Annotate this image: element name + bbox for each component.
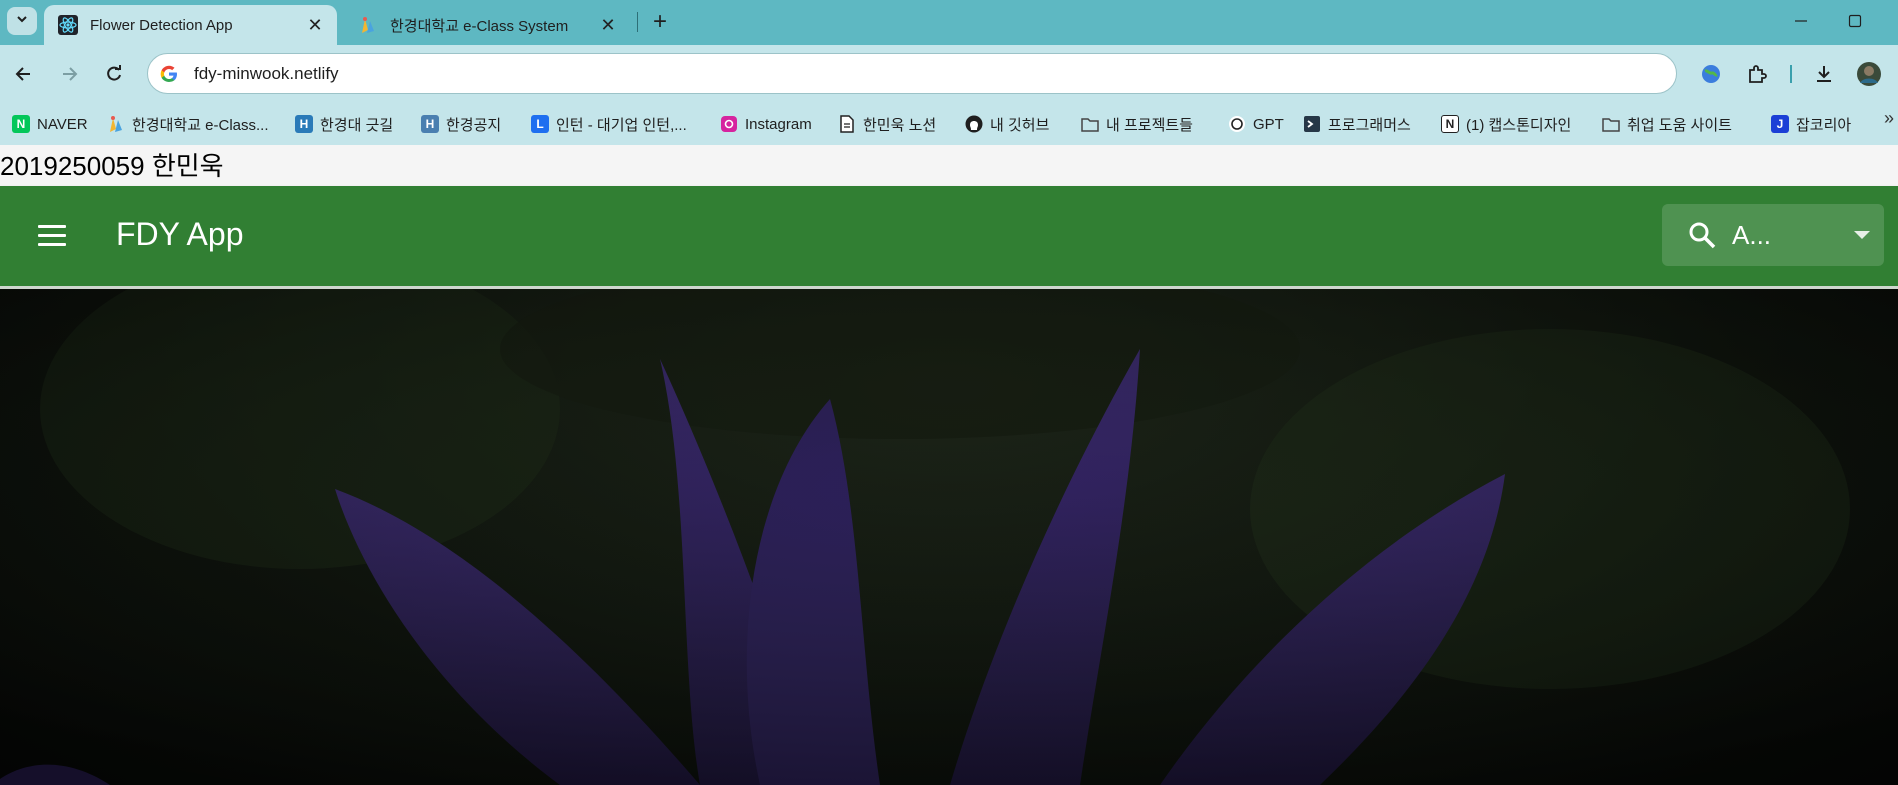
bookmark-naver[interactable]: N NAVER [12,111,88,137]
bookmark-label: 잡코리아 [1796,116,1852,134]
tab-search-button[interactable] [7,7,37,35]
arrow-right-icon [63,67,78,81]
download-icon [1817,66,1831,82]
tab-eclass[interactable]: 한경대학교 e-Class System ✕ [344,5,630,45]
folder-icon [1602,115,1620,133]
document-icon [838,115,856,133]
bookmark-folder[interactable]: 취업 도움 사이트 [1602,111,1732,137]
tab-title: 한경대학교 e-Class System [390,17,569,35]
bookmark-label: 한경대학교 e-Class... [132,116,269,134]
hk-icon: H [295,115,313,133]
bookmark-label: 내 깃허브 [990,116,1050,134]
bookmark-programmers[interactable]: 프로그래머스 [1303,111,1411,137]
bookmark-label: 프로그래머스 [1328,116,1411,134]
bookmark-notion[interactable]: N (1) 캡스톤디자인 [1441,111,1571,137]
jobkorea-icon: J [1771,115,1789,133]
bookmark-label: 한경대 긋길 [320,116,394,134]
close-icon[interactable]: ✕ [596,13,620,37]
react-icon [58,15,78,35]
bookmark-eclass[interactable]: 한경대학교 e-Class... [107,111,269,137]
search-icon [1686,219,1718,251]
bookmark-instagram[interactable]: Instagram [720,111,812,137]
menu-icon[interactable] [38,220,68,250]
puzzle-icon [1749,65,1767,83]
new-tab-button[interactable]: + [646,8,674,36]
bookmark-label: 인턴 - 대기업 인턴,... [556,116,687,134]
bookmark-label: 한경공지 [446,116,502,134]
address-bar[interactable]: fdy-minwook.netlify [147,53,1677,94]
extensions-button[interactable] [1743,60,1771,88]
bookmark-document[interactable]: 한민욱 노션 [838,111,936,137]
linkareer-icon: L [531,115,549,133]
bookmark-label: (1) 캡스톤디자인 [1466,116,1572,134]
github-icon [965,115,983,133]
instagram-icon [720,115,738,133]
bookmarks-overflow-button[interactable]: » [1884,108,1894,129]
plus-icon: + [652,8,667,35]
hk-notice-icon: H [421,115,439,133]
naver-icon: N [12,115,30,133]
bookmark-linkareer[interactable]: L 인턴 - 대기업 인턴,... [531,111,687,137]
openai-icon [1228,115,1246,133]
google-icon [158,63,180,85]
minimize-icon [1795,20,1807,22]
bookmarks-bar: N NAVER 한경대학교 e-Class... H 한경대 긋길 H 한경공지 L 인턴 - … [0,103,1898,145]
back-button[interactable] [10,60,38,88]
browser-toolbar: fdy-minwook.netlify [0,45,1898,103]
url-text: fdy-minwook.netlify [194,63,339,83]
bookmark-label: NAVER [37,115,88,133]
bookmark-label: Instagram [745,115,812,133]
eclass-icon [107,115,125,133]
globe-icon [1702,65,1720,83]
bookmark-label: GPT [1253,115,1284,133]
bookmark-github[interactable]: 내 깃허브 [965,111,1049,137]
translate-extension-button[interactable] [1697,60,1725,88]
folder-icon [1081,115,1099,133]
maximize-button[interactable] [1843,9,1867,33]
bookmark-label: 취업 도움 사이트 [1627,116,1732,134]
reload-icon [107,65,121,81]
close-icon[interactable]: ✕ [303,13,327,37]
bookmark-label: 한민욱 노션 [863,116,937,134]
downloads-button[interactable] [1810,60,1838,88]
bookmark-label: 내 프로젝트들 [1106,116,1193,134]
tab-divider [637,12,638,32]
chevron-down-icon [15,12,29,31]
bookmark-folder[interactable]: 내 프로젝트들 [1081,111,1193,137]
maximize-icon [1848,14,1862,28]
tab-flower-detection[interactable]: Flower Detection App ✕ [44,5,337,45]
flower-image [0,289,1898,785]
hero-flower-image [0,289,1898,785]
app-title: FDY App [116,216,244,252]
bookmark-hk-notice[interactable]: H 한경공지 [421,111,501,137]
avatar-icon [1857,62,1881,86]
caret-down-icon [1854,231,1870,239]
app-bar: FDY App A... [0,186,1898,286]
student-info: 2019250059 한민욱 [0,151,224,181]
toolbar-divider [1790,65,1792,83]
minimize-button[interactable] [1789,9,1813,33]
tab-title: Flower Detection App [90,16,233,34]
reload-button[interactable] [100,60,128,88]
bookmark-jobkorea[interactable]: J 잡코리아 [1771,111,1851,137]
profile-avatar[interactable] [1855,60,1883,88]
tab-strip: Flower Detection App ✕ 한경대학교 e-Class Sys… [0,0,1898,45]
programmers-icon [1303,115,1321,133]
eclass-icon [358,15,378,35]
search-select[interactable]: A... [1662,204,1884,266]
notion-icon: N [1441,115,1459,133]
bookmark-openai[interactable]: GPT [1228,111,1284,137]
search-value: A... [1732,219,1772,250]
bookmark-hk[interactable]: H 한경대 긋길 [295,111,393,137]
forward-button[interactable] [55,60,83,88]
arrow-left-icon [15,67,30,81]
